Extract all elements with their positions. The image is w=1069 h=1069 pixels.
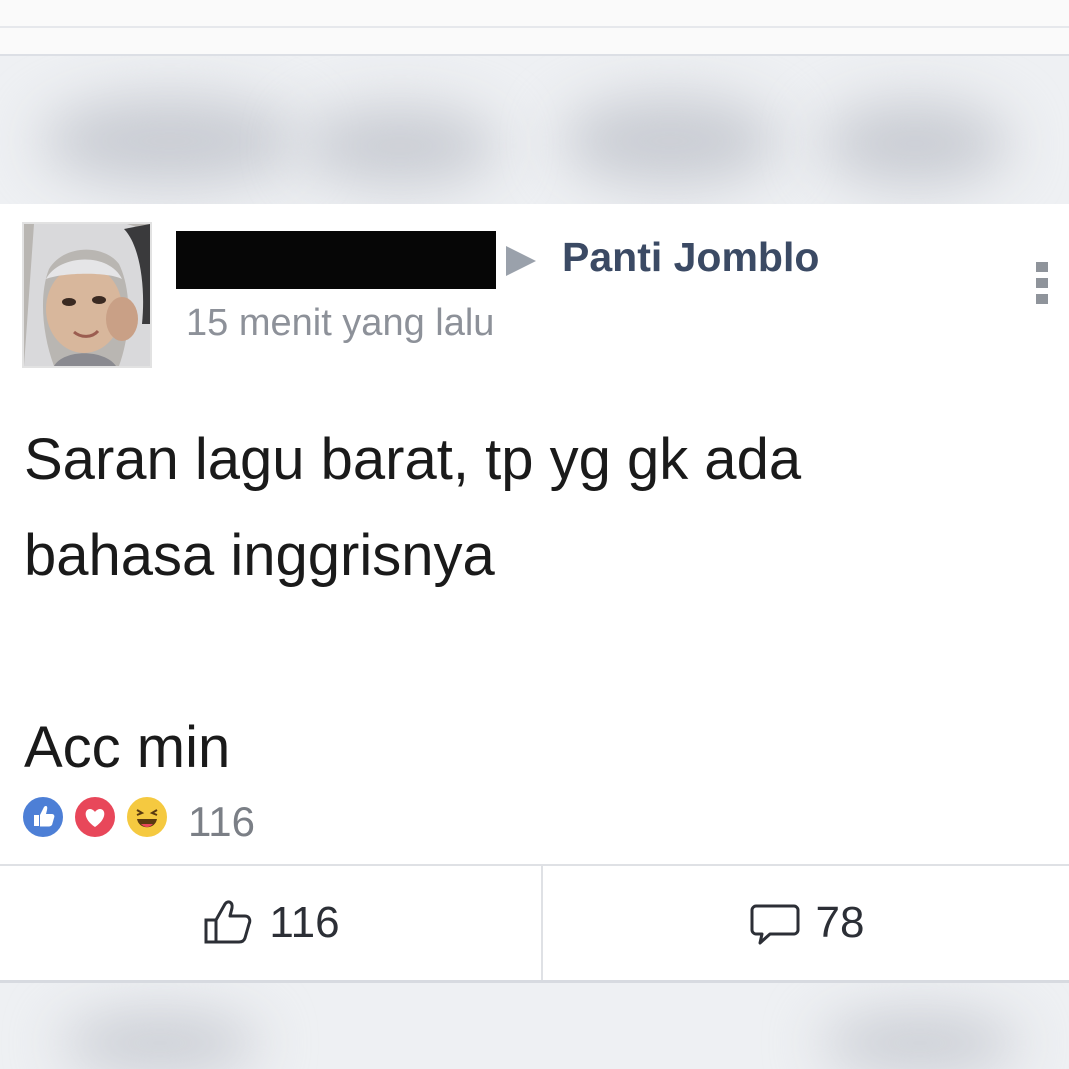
shared-to-arrow-icon: [506, 246, 536, 276]
post-body: Saran lagu barat, tp yg gk ada bahasa in…: [24, 427, 802, 780]
top-strip: [0, 0, 1069, 56]
blurred-next-post: [0, 983, 1069, 1069]
blur-shape: [560, 96, 780, 186]
avatar[interactable]: [22, 222, 152, 368]
reaction-count[interactable]: 116: [188, 798, 255, 846]
like-count: 116: [269, 898, 340, 947]
comment-button[interactable]: 78: [543, 866, 1069, 980]
haha-reaction-icon: [124, 794, 170, 840]
group-name-link[interactable]: Panti Jomblo: [562, 234, 819, 281]
speech-bubble-icon: [750, 904, 800, 945]
top-divider: [0, 26, 1069, 28]
blurred-previous-post: [0, 56, 1069, 204]
post-timestamp[interactable]: 15 menit yang lalu: [186, 302, 494, 345]
thumbs-up-icon: [204, 900, 252, 944]
avatar-image: [24, 224, 150, 366]
blur-shape: [820, 101, 1010, 186]
like-button[interactable]: 116: [0, 866, 541, 980]
blur-shape: [40, 96, 300, 186]
comment-count: 78: [815, 898, 865, 947]
blur-shape: [300, 106, 500, 186]
redacted-author-name: [176, 231, 496, 289]
more-vertical-icon[interactable]: [1030, 262, 1054, 312]
blur-shape: [820, 1013, 1020, 1069]
like-reaction-icon: [20, 794, 66, 840]
blur-shape: [60, 1013, 260, 1069]
love-reaction-icon: [72, 794, 118, 840]
